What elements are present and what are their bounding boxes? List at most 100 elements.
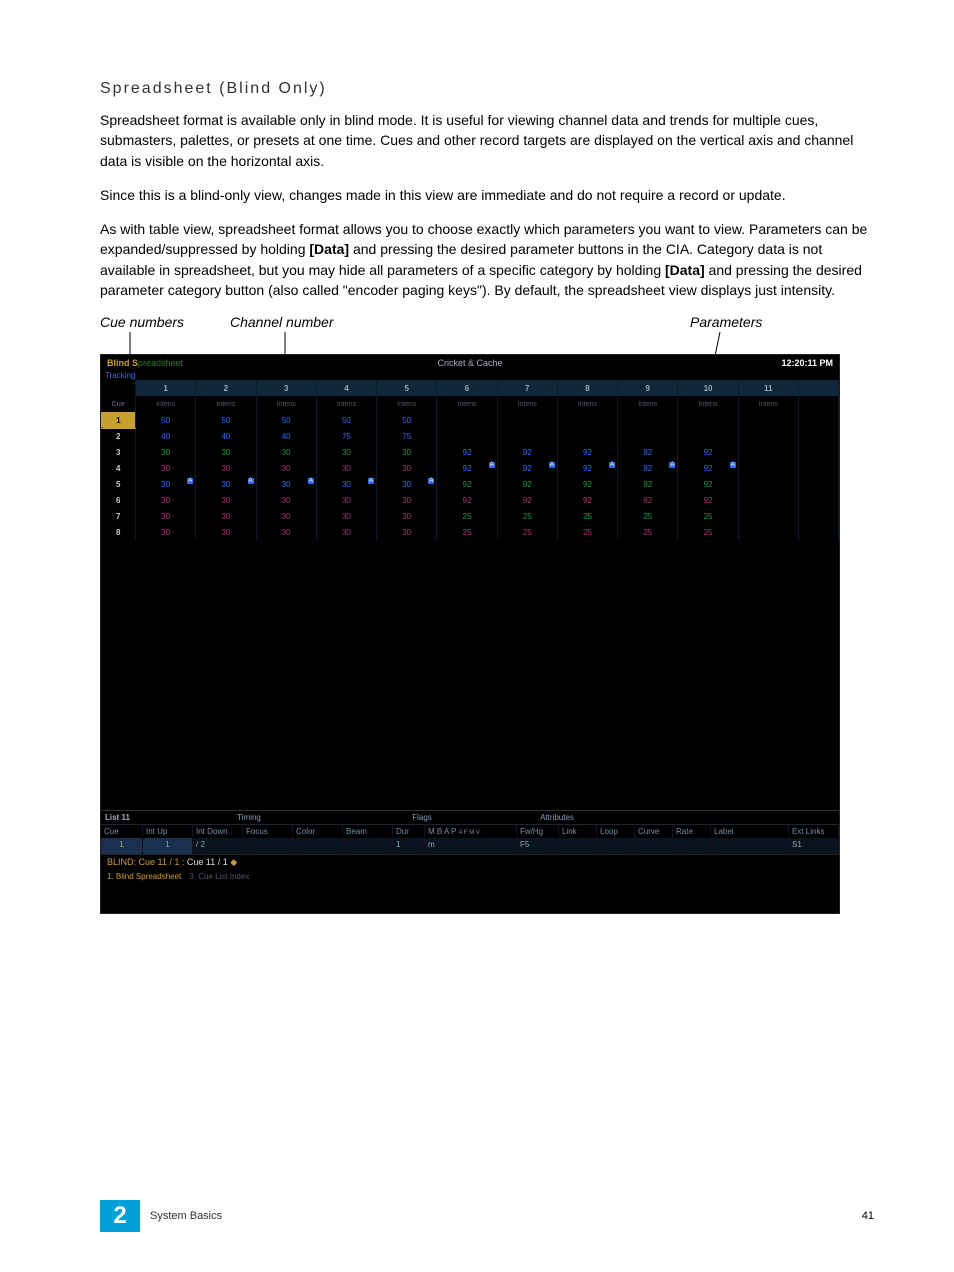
value-cell[interactable]: 75 (377, 428, 437, 444)
value-cell[interactable]: 25 (497, 508, 557, 524)
value-cell[interactable]: 30 (196, 460, 256, 476)
value-cell[interactable]: 30 (377, 492, 437, 508)
value-cell[interactable]: 50 (136, 412, 196, 428)
value-cell[interactable]: 30 (377, 508, 437, 524)
cue-number-cell[interactable]: 8 (102, 524, 136, 540)
value-cell[interactable] (738, 524, 798, 540)
value-cell[interactable]: 50 (256, 412, 316, 428)
value-cell[interactable]: 30 (136, 460, 196, 476)
value-cell[interactable] (678, 428, 738, 444)
value-cell[interactable]: 30A (196, 476, 256, 492)
value-cell[interactable]: 40 (136, 428, 196, 444)
value-cell[interactable]: 30 (316, 444, 376, 460)
value-cell[interactable]: 30 (316, 460, 376, 476)
value-cell[interactable]: 25 (437, 524, 497, 540)
value-cell[interactable]: 92A (557, 460, 617, 476)
value-cell[interactable] (738, 476, 798, 492)
value-cell[interactable]: 30 (377, 444, 437, 460)
value-cell[interactable]: 30A (256, 476, 316, 492)
cue-number-cell[interactable]: 7 (102, 508, 136, 524)
value-cell[interactable]: 92 (557, 476, 617, 492)
value-cell[interactable]: 25 (678, 508, 738, 524)
value-cell[interactable] (738, 444, 798, 460)
value-cell[interactable]: 92 (497, 476, 557, 492)
value-cell[interactable] (738, 460, 798, 476)
value-cell[interactable] (738, 428, 798, 444)
value-cell[interactable]: 30 (196, 508, 256, 524)
value-cell[interactable]: 92 (497, 492, 557, 508)
cue-number-cell[interactable]: 6 (102, 492, 136, 508)
value-cell[interactable]: 30 (256, 444, 316, 460)
value-cell[interactable]: 92 (618, 476, 678, 492)
value-cell[interactable] (618, 412, 678, 428)
cue-number-cell[interactable]: 4 (102, 460, 136, 476)
assert-badge: A (187, 478, 193, 484)
value-cell[interactable]: 92 (497, 444, 557, 460)
value-cell[interactable]: 25 (618, 524, 678, 540)
value-cell[interactable] (738, 508, 798, 524)
value-cell[interactable]: 30 (136, 508, 196, 524)
value-cell[interactable]: 30 (377, 524, 437, 540)
cue-number-cell[interactable]: 3 (102, 444, 136, 460)
cue-number-cell[interactable]: 2 (102, 428, 136, 444)
value-cell[interactable]: 25 (557, 524, 617, 540)
value-cell[interactable]: 30 (316, 508, 376, 524)
tab-blind-spreadsheet[interactable]: 1. Blind Spreadsheet (107, 872, 181, 881)
value-cell[interactable]: 30 (377, 460, 437, 476)
value-cell[interactable] (618, 428, 678, 444)
value-cell[interactable]: 30 (316, 524, 376, 540)
value-cell[interactable] (678, 412, 738, 428)
value-cell[interactable]: 40 (256, 428, 316, 444)
value-cell[interactable]: 25 (557, 508, 617, 524)
value-cell[interactable]: 92 (557, 492, 617, 508)
value-cell[interactable] (437, 412, 497, 428)
value-cell[interactable]: 30 (256, 524, 316, 540)
value-cell[interactable]: 30A (316, 476, 376, 492)
value-cell[interactable]: 92A (618, 460, 678, 476)
value-cell[interactable]: 92 (678, 444, 738, 460)
value-cell[interactable] (437, 428, 497, 444)
value-cell[interactable] (557, 428, 617, 444)
value-cell[interactable]: 30A (377, 476, 437, 492)
value-cell[interactable]: 92 (437, 476, 497, 492)
value-cell[interactable]: 30 (136, 492, 196, 508)
value-cell[interactable]: 30 (136, 524, 196, 540)
value-cell[interactable]: 92 (678, 476, 738, 492)
value-cell[interactable]: 92 (437, 492, 497, 508)
value-cell[interactable]: 50 (316, 412, 376, 428)
value-cell[interactable]: 92A (678, 460, 738, 476)
value-cell[interactable] (497, 428, 557, 444)
value-cell[interactable]: 92 (618, 444, 678, 460)
value-cell[interactable]: 92A (437, 460, 497, 476)
value-cell[interactable]: 25 (497, 524, 557, 540)
value-cell[interactable]: 30 (136, 444, 196, 460)
value-cell[interactable]: 50 (377, 412, 437, 428)
tab-cue-list-index[interactable]: 3. Cue List Index (189, 872, 249, 881)
value-cell[interactable] (738, 492, 798, 508)
value-cell[interactable] (497, 412, 557, 428)
value-cell[interactable]: 92 (437, 444, 497, 460)
value-cell[interactable]: 30 (196, 524, 256, 540)
value-cell[interactable]: 92 (678, 492, 738, 508)
value-cell[interactable]: 25 (437, 508, 497, 524)
value-cell[interactable]: 30A (136, 476, 196, 492)
value-cell[interactable]: 75 (316, 428, 376, 444)
value-cell[interactable]: 30 (256, 492, 316, 508)
value-cell[interactable]: 25 (678, 524, 738, 540)
value-cell[interactable]: 50 (196, 412, 256, 428)
cue-number-cell[interactable]: 5 (102, 476, 136, 492)
value-cell[interactable]: 30 (196, 444, 256, 460)
value-cell[interactable]: 30 (256, 460, 316, 476)
value-cell[interactable] (557, 412, 617, 428)
value-cell[interactable]: 30 (316, 492, 376, 508)
value-cell[interactable]: 40 (196, 428, 256, 444)
list-column-header: Color (293, 825, 343, 838)
cue-number-cell[interactable]: 1 (102, 412, 136, 428)
value-cell[interactable]: 25 (618, 508, 678, 524)
value-cell[interactable]: 30 (256, 508, 316, 524)
value-cell[interactable]: 92 (557, 444, 617, 460)
value-cell[interactable] (738, 412, 798, 428)
value-cell[interactable]: 92 (618, 492, 678, 508)
value-cell[interactable]: 30 (196, 492, 256, 508)
value-cell[interactable]: 92A (497, 460, 557, 476)
